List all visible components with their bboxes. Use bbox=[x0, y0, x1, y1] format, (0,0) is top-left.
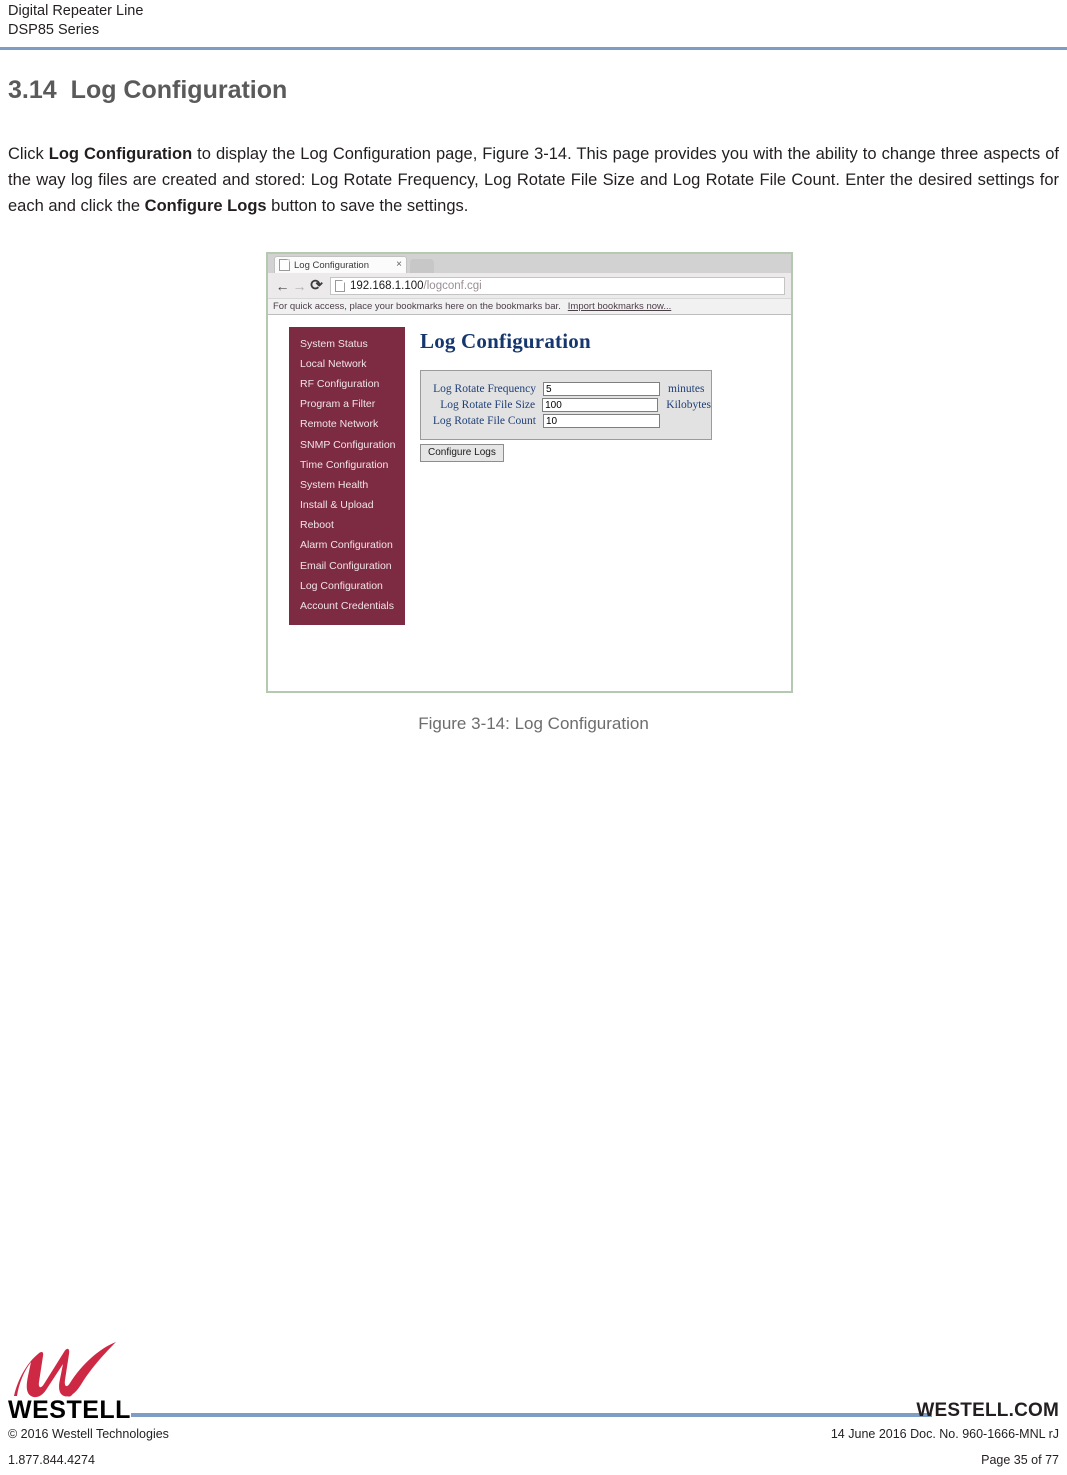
browser-viewport: System Status Local Network RF Configura… bbox=[268, 315, 791, 691]
sidebar-item-program-a-filter[interactable]: Program a Filter bbox=[289, 395, 405, 415]
footer-website: WESTELL.COM bbox=[916, 1400, 1059, 1421]
page-icon bbox=[335, 279, 345, 292]
close-icon[interactable]: × bbox=[396, 260, 402, 270]
forward-arrow-icon[interactable]: → bbox=[291, 279, 308, 293]
browser-tab-strip: Log Configuration × bbox=[268, 254, 791, 273]
device-sidebar-menu: System Status Local Network RF Configura… bbox=[289, 327, 405, 625]
footer-doc-info: 14 June 2016 Doc. No. 960-1666-MNL rJ bbox=[830, 1427, 1059, 1441]
para-bold-log-configuration: Log Configuration bbox=[48, 144, 193, 163]
document-header: Digital Repeater Line DSP85 Series bbox=[8, 2, 143, 40]
log-rotate-file-count-input[interactable]: 10 bbox=[543, 414, 660, 428]
sidebar-item-time-configuration[interactable]: Time Configuration bbox=[289, 455, 405, 475]
address-bar-url: 192.168.1.100/logconf.cgi bbox=[350, 280, 482, 292]
log-rotate-file-size-label: Log Rotate File Size bbox=[440, 399, 536, 411]
log-configuration-form-panel: Log Rotate Frequency 5 minutes Log Rotat… bbox=[420, 370, 712, 440]
new-tab-button[interactable] bbox=[410, 259, 434, 273]
bookmarks-bar-hint: For quick access, place your bookmarks h… bbox=[273, 301, 561, 312]
browser-window-screenshot: Log Configuration × ← → ⟳ 192.168.1.100/… bbox=[266, 252, 793, 693]
back-arrow-icon[interactable]: ← bbox=[274, 279, 291, 293]
log-rotate-frequency-label: Log Rotate Frequency bbox=[433, 383, 536, 395]
sidebar-item-install-upload[interactable]: Install & Upload bbox=[289, 496, 405, 516]
section-title: Log Configuration bbox=[70, 76, 288, 104]
sidebar-item-snmp-configuration[interactable]: SNMP Configuration bbox=[289, 435, 405, 455]
sidebar-item-account-credentials[interactable]: Account Credentials bbox=[289, 596, 405, 616]
browser-navigation-bar: ← → ⟳ 192.168.1.100/logconf.cgi bbox=[268, 273, 791, 298]
sidebar-item-log-configuration[interactable]: Log Configuration bbox=[289, 576, 405, 596]
header-line-2: DSP85 Series bbox=[8, 22, 100, 38]
log-rotate-frequency-input[interactable]: 5 bbox=[543, 382, 660, 396]
device-page-title: Log Configuration bbox=[420, 329, 591, 353]
configure-logs-button[interactable]: Configure Logs bbox=[420, 444, 504, 462]
browser-chrome: Log Configuration × ← → ⟳ 192.168.1.100/… bbox=[268, 254, 791, 315]
westell-brushstroke-icon: R bbox=[14, 1342, 116, 1398]
body-paragraph: Click Log Configuration to display the L… bbox=[8, 141, 1059, 219]
form-row-log-rotate-frequency: Log Rotate Frequency 5 minutes bbox=[421, 382, 711, 396]
footer-page-number: Page 35 of 77 bbox=[981, 1453, 1059, 1467]
westell-logo: R WESTELL bbox=[8, 1338, 138, 1423]
log-rotate-file-count-label: Log Rotate File Count bbox=[432, 415, 536, 427]
reload-icon[interactable]: ⟳ bbox=[308, 278, 325, 293]
log-rotate-file-size-unit: Kilobytes bbox=[666, 399, 711, 411]
import-bookmarks-link[interactable]: Import bookmarks now... bbox=[568, 301, 671, 312]
section-number: 3.14 bbox=[8, 76, 57, 104]
header-line-1: Digital Repeater Line bbox=[8, 3, 144, 19]
sidebar-item-system-status[interactable]: System Status bbox=[289, 334, 405, 354]
sidebar-item-rf-configuration[interactable]: RF Configuration bbox=[289, 374, 405, 394]
address-bar-path: /logconf.cgi bbox=[423, 279, 482, 292]
para-bold-configure-logs: Configure Logs bbox=[144, 196, 267, 215]
para-text-3: button to save the settings. bbox=[266, 196, 469, 215]
log-rotate-file-size-input[interactable]: 100 bbox=[542, 398, 659, 412]
footer-copyright: © 2016 Westell Technologies bbox=[8, 1427, 169, 1441]
bookmarks-bar: For quick access, place your bookmarks h… bbox=[268, 298, 791, 314]
browser-tab-log-configuration[interactable]: Log Configuration × bbox=[274, 256, 407, 273]
page-icon bbox=[279, 259, 290, 271]
form-row-log-rotate-file-size: Log Rotate File Size 100 Kilobytes bbox=[421, 398, 711, 412]
sidebar-item-remote-network[interactable]: Remote Network bbox=[289, 415, 405, 435]
page-title: 3.14 Log Configuration bbox=[8, 76, 287, 105]
sidebar-item-alarm-configuration[interactable]: Alarm Configuration bbox=[289, 536, 405, 556]
sidebar-item-local-network[interactable]: Local Network bbox=[289, 354, 405, 374]
form-row-log-rotate-file-count: Log Rotate File Count 10 bbox=[421, 414, 711, 428]
sidebar-item-reboot[interactable]: Reboot bbox=[289, 516, 405, 536]
sidebar-item-system-health[interactable]: System Health bbox=[289, 475, 405, 495]
device-main-content: Log Configuration Log Rotate Frequency 5… bbox=[420, 329, 720, 462]
sidebar-item-email-configuration[interactable]: Email Configuration bbox=[289, 556, 405, 576]
browser-tab-title: Log Configuration bbox=[294, 259, 369, 271]
address-bar[interactable]: 192.168.1.100/logconf.cgi bbox=[330, 276, 785, 295]
figure-caption: Figure 3-14: Log Configuration bbox=[418, 714, 649, 733]
address-bar-host: 192.168.1.100 bbox=[350, 279, 424, 292]
westell-wordmark: WESTELL bbox=[8, 1396, 131, 1424]
header-divider-rule bbox=[0, 47, 1067, 50]
log-rotate-frequency-unit: minutes bbox=[668, 383, 705, 395]
footer-divider-rule bbox=[131, 1413, 932, 1417]
para-text-1: Click bbox=[8, 144, 49, 163]
footer-phone: 1.877.844.4274 bbox=[8, 1453, 95, 1467]
